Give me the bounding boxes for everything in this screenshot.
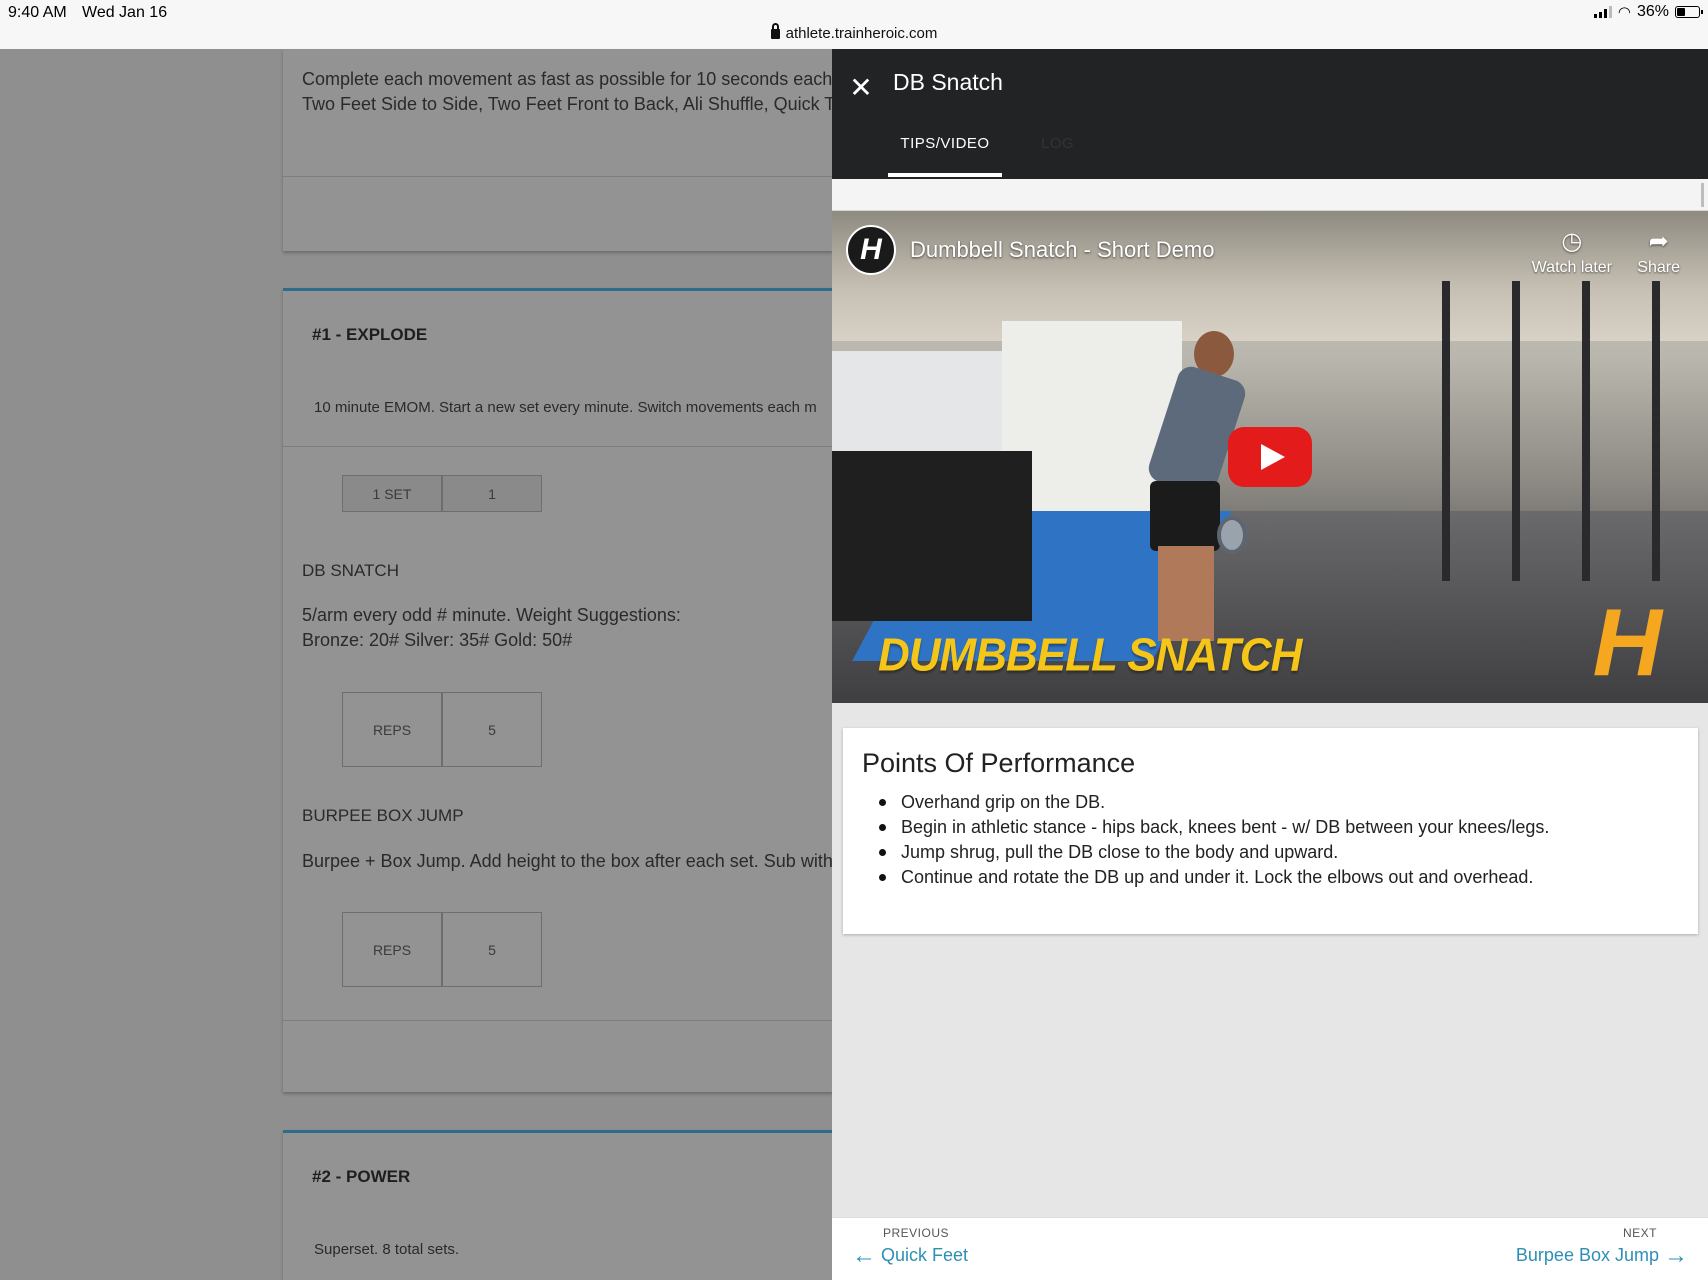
scroll-strip: [832, 179, 1708, 211]
video-title[interactable]: Dumbbell Snatch - Short Demo: [910, 237, 1214, 263]
panel-title: DB Snatch: [893, 69, 1003, 95]
divider: [283, 446, 833, 447]
list-item: Begin in athletic stance - hips back, kn…: [879, 815, 1549, 840]
status-indicators: ◠ 36%: [1593, 3, 1703, 21]
previous-exercise-button[interactable]: PREVIOUS ← Quick Feet: [852, 1226, 968, 1270]
play-button-icon[interactable]: [1228, 427, 1312, 487]
divider: [283, 1020, 833, 1021]
share-button[interactable]: ➦ Share: [1637, 229, 1680, 277]
points-heading: Points Of Performance: [862, 748, 1136, 778]
cellular-signal-icon: [1593, 6, 1612, 18]
next-exercise-name: Burpee Box Jump: [1515, 1244, 1659, 1265]
set-label: 1 SET: [342, 475, 442, 512]
active-tab-indicator: [888, 173, 1002, 177]
status-date: Wed Jan 16: [82, 4, 168, 21]
video-frame-boxes: [832, 451, 1032, 621]
divider: [283, 176, 833, 177]
exercise-notes-line2: Bronze: 20# Silver: 35# Gold: 50#: [302, 630, 573, 650]
video-frame-athlete: [1132, 331, 1249, 651]
next-exercise-button[interactable]: NEXT Burpee Box Jump →: [1516, 1226, 1688, 1270]
reps-value[interactable]: 5: [442, 912, 542, 987]
card-text-line2: Two Feet Side to Side, Two Feet Front to…: [302, 94, 844, 114]
video-frame-racks: [1402, 281, 1708, 581]
points-of-performance-card: Points Of Performance Overhand grip on t…: [843, 728, 1698, 934]
arrow-left-icon: ←: [852, 1242, 876, 1269]
exercise-detail-panel: ✕ DB Snatch TIPS/VIDEO LOG H Dumbbell Sn…: [832, 49, 1708, 1280]
points-list: Overhand grip on the DB. Begin in athlet…: [879, 790, 1549, 890]
exercise-notes-line1: 5/arm every odd # minute. Weight Suggest…: [302, 605, 681, 625]
status-time: 9:40 AM: [8, 4, 67, 21]
watch-later-button[interactable]: ◷ Watch later: [1532, 229, 1612, 277]
section-title: #2 - POWER: [312, 1167, 411, 1186]
arrow-right-icon: →: [1664, 1242, 1688, 1269]
reps-input-db-snatch[interactable]: REPS 5: [342, 692, 542, 767]
channel-logo-icon[interactable]: H: [846, 225, 896, 275]
exercise-name-burpee-box-jump[interactable]: BURPEE BOX JUMP: [302, 806, 464, 826]
previous-exercise-name: Quick Feet: [881, 1244, 969, 1265]
list-item: Overhand grip on the DB.: [879, 790, 1549, 815]
brand-logo: H: [1592, 589, 1662, 696]
share-label: Share: [1637, 259, 1680, 276]
video-caption: DUMBBELL SNATCH: [878, 629, 1302, 682]
panel-header: ✕ DB Snatch TIPS/VIDEO LOG: [832, 49, 1708, 179]
exercise-notes-line1: Burpee + Box Jump. Add height to the box…: [302, 851, 833, 871]
battery-icon: [1675, 6, 1703, 18]
section-power: #2 - POWER Superset. 8 total sets.: [283, 1130, 833, 1280]
exercise-name-db-snatch[interactable]: DB SNATCH: [302, 561, 399, 581]
set-selector[interactable]: 1 SET 1: [342, 475, 542, 512]
clock-icon: ◷: [1561, 228, 1583, 255]
set-value: 1: [442, 475, 542, 512]
section-description: 10 minute EMOM. Start a new set every mi…: [314, 399, 817, 416]
address-bar[interactable]: athlete.trainheroic.com: [0, 23, 1708, 42]
reps-label: REPS: [342, 912, 442, 987]
section-description: Superset. 8 total sets.: [314, 1241, 460, 1258]
video-player[interactable]: H Dumbbell Snatch - Short Demo ◷ Watch l…: [832, 211, 1708, 703]
previous-label: PREVIOUS: [883, 1226, 950, 1240]
close-icon[interactable]: ✕: [846, 73, 876, 103]
reps-label: REPS: [342, 692, 442, 767]
section-title: #1 - EXPLODE: [312, 325, 428, 344]
list-item: Jump shrug, pull the DB close to the bod…: [879, 840, 1549, 865]
battery-percent: 36%: [1636, 3, 1669, 20]
previous-exercise-card: Complete each movement as fast as possib…: [283, 49, 843, 251]
status-bar: 9:40 AM Wed Jan 16 athlete.trainheroic.c…: [0, 0, 1708, 49]
list-item: Continue and rotate the DB up and under …: [879, 865, 1549, 890]
watch-later-label: Watch later: [1531, 259, 1612, 276]
share-icon: ➦: [1648, 228, 1669, 255]
exercise-nav-footer: PREVIOUS ← Quick Feet NEXT Burpee Box Ju…: [832, 1217, 1708, 1280]
card-text-line1: Complete each movement as fast as possib…: [302, 69, 833, 89]
section-explode: #1 - EXPLODE 10 minute EMOM. Start a new…: [283, 288, 833, 1092]
wifi-icon: ◠: [1617, 4, 1631, 21]
tab-tips-video[interactable]: TIPS/VIDEO: [888, 135, 1002, 152]
reps-input-burpee-box-jump[interactable]: REPS 5: [342, 912, 542, 987]
reps-value[interactable]: 5: [442, 692, 542, 767]
lock-icon: [770, 23, 780, 39]
tab-log[interactable]: LOG: [1041, 135, 1074, 152]
url-text: athlete.trainheroic.com: [785, 25, 938, 42]
next-label: NEXT: [1622, 1226, 1657, 1240]
